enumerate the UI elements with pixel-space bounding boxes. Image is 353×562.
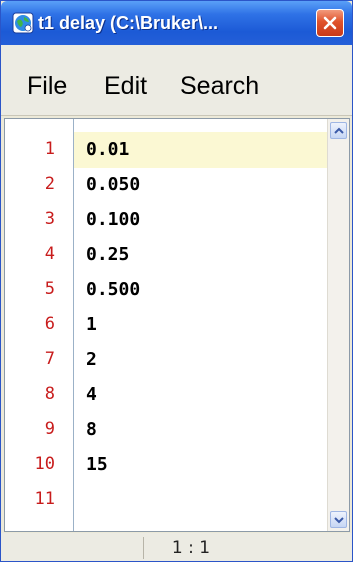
line-number: 3 <box>44 209 55 229</box>
scroll-down-button[interactable] <box>330 511 347 528</box>
text-area[interactable]: 0.01 0.050 0.100 0.25 0.500 1 2 4 8 15 <box>74 119 329 531</box>
line-number: 8 <box>44 384 55 404</box>
status-divider <box>143 537 144 559</box>
line-number: 11 <box>34 489 55 509</box>
line-number: 4 <box>44 244 55 264</box>
menu-edit[interactable]: Edit <box>104 71 147 101</box>
text-line[interactable]: 15 <box>86 447 108 482</box>
line-number: 6 <box>44 314 55 334</box>
menu-search[interactable]: Search <box>180 71 259 101</box>
text-line[interactable]: 0.25 <box>86 237 129 272</box>
line-number: 7 <box>44 349 55 369</box>
line-number-gutter: 1 2 3 4 5 6 7 8 9 10 11 <box>5 119 74 531</box>
vertical-scrollbar[interactable] <box>327 119 349 531</box>
editor-window: t1 delay (C:\Bruker\... File Edit Search… <box>0 0 353 562</box>
text-line[interactable]: 2 <box>86 342 97 377</box>
text-line[interactable]: 1 <box>86 307 97 342</box>
title-bar[interactable]: t1 delay (C:\Bruker\... <box>1 1 352 45</box>
text-editor[interactable]: 1 2 3 4 5 6 7 8 9 10 11 0.01 0.050 0.100… <box>4 118 350 532</box>
menu-bar: File Edit Search <box>1 45 352 116</box>
text-line[interactable]: 0.500 <box>86 272 140 307</box>
scroll-up-button[interactable] <box>330 122 347 139</box>
line-number: 10 <box>34 454 55 474</box>
cursor-position: 1 : 1 <box>171 538 211 558</box>
window-title: t1 delay (C:\Bruker\... <box>38 13 219 33</box>
text-line[interactable]: 8 <box>86 412 97 447</box>
menu-file[interactable]: File <box>27 71 67 101</box>
chevron-up-icon <box>334 127 344 134</box>
text-line[interactable]: 0.01 <box>86 132 129 167</box>
text-line[interactable]: 4 <box>86 377 97 412</box>
text-line[interactable]: 0.100 <box>86 202 140 237</box>
text-line[interactable]: 0.050 <box>86 167 140 202</box>
chevron-down-icon <box>334 517 344 524</box>
line-number: 9 <box>44 419 55 439</box>
close-icon <box>323 16 337 30</box>
line-number: 5 <box>44 279 55 299</box>
close-button[interactable] <box>316 9 344 37</box>
app-globe-icon <box>12 12 34 34</box>
line-number: 1 <box>44 139 55 159</box>
line-number: 2 <box>44 174 55 194</box>
status-bar: 1 : 1 <box>1 533 352 561</box>
